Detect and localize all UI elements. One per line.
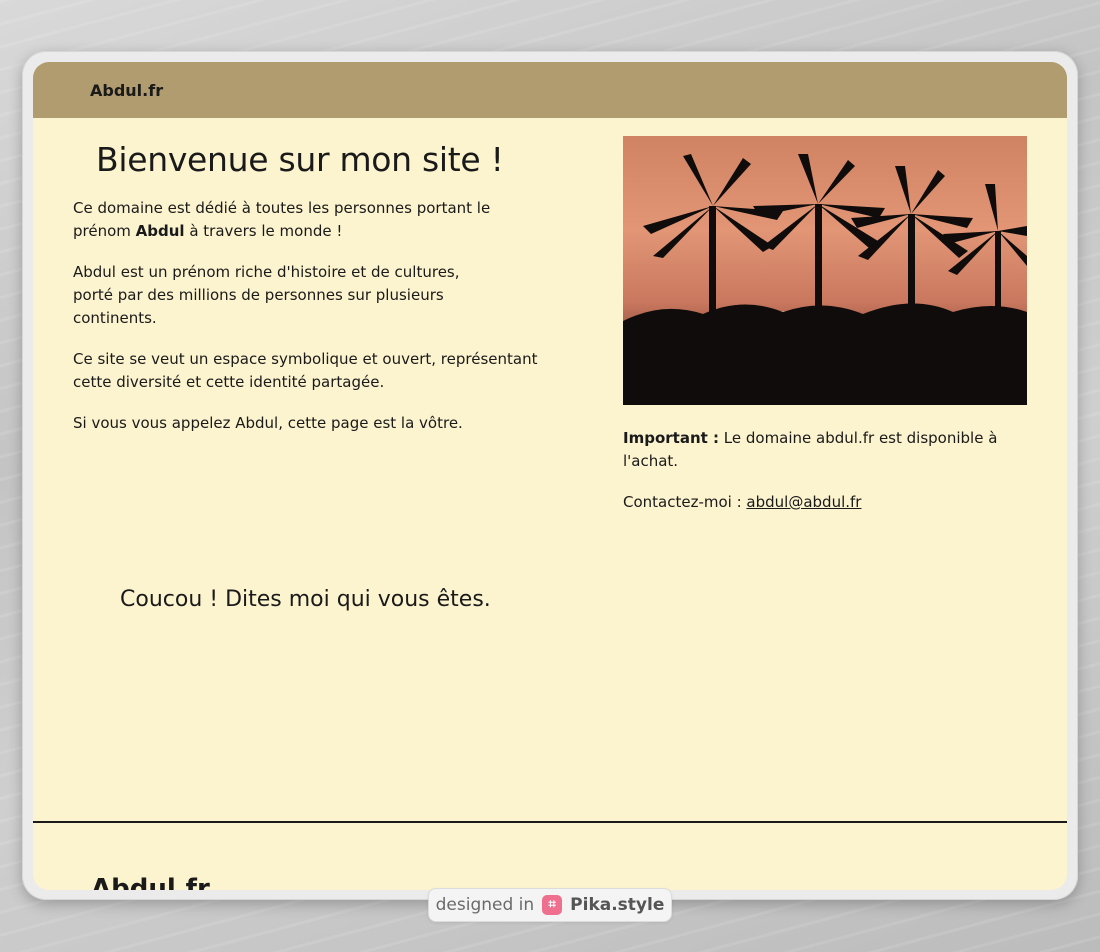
footer-divider	[33, 821, 1067, 823]
greeting-heading: Coucou ! Dites moi qui vous êtes.	[120, 587, 491, 612]
badge-prefix: designed in	[435, 895, 535, 915]
site-header: Abdul.fr	[33, 62, 1067, 118]
palm-silhouette-graphic	[623, 154, 1027, 405]
page-title: Bienvenue sur mon site !	[96, 140, 504, 179]
pika-crop-icon: ⌗	[542, 895, 563, 915]
history-paragraph: Abdul est un prénom riche d'histoire et …	[73, 263, 460, 327]
contact-email-link[interactable]: abdul@abdul.fr	[746, 493, 861, 511]
browser-window: Abdul.fr Bienvenue sur mon site ! Ce dom…	[33, 62, 1067, 890]
pika-style-badge[interactable]: designed in ⌗ Pika.style	[428, 888, 672, 922]
intro-bold-name: Abdul	[135, 222, 185, 240]
contact-label: Contactez-moi :	[623, 493, 747, 511]
important-notice: Important : Le domaine abdul.fr est disp…	[623, 427, 1003, 473]
badge-brand-name: Pika.style	[570, 895, 665, 915]
sidebar: Important : Le domaine abdul.fr est disp…	[623, 136, 1027, 514]
contact-line: Contactez-moi : abdul@abdul.fr	[623, 491, 1027, 514]
diversity-paragraph: Ce site se veut un espace symbolique et …	[73, 350, 538, 391]
intro-paragraph: Ce domaine est dédié à toutes les person…	[73, 197, 543, 243]
palm-trees-sunset-photo	[623, 136, 1027, 405]
important-label: Important :	[623, 429, 720, 447]
main-content: Bienvenue sur mon site ! Ce domaine est …	[73, 136, 543, 453]
closing-paragraph: Si vous vous appelez Abdul, cette page e…	[73, 414, 463, 432]
site-brand-link[interactable]: Abdul.fr	[90, 81, 163, 100]
intro-text-end: à travers le monde !	[184, 222, 343, 240]
footer-brand: Abdul.fr	[91, 874, 210, 890]
